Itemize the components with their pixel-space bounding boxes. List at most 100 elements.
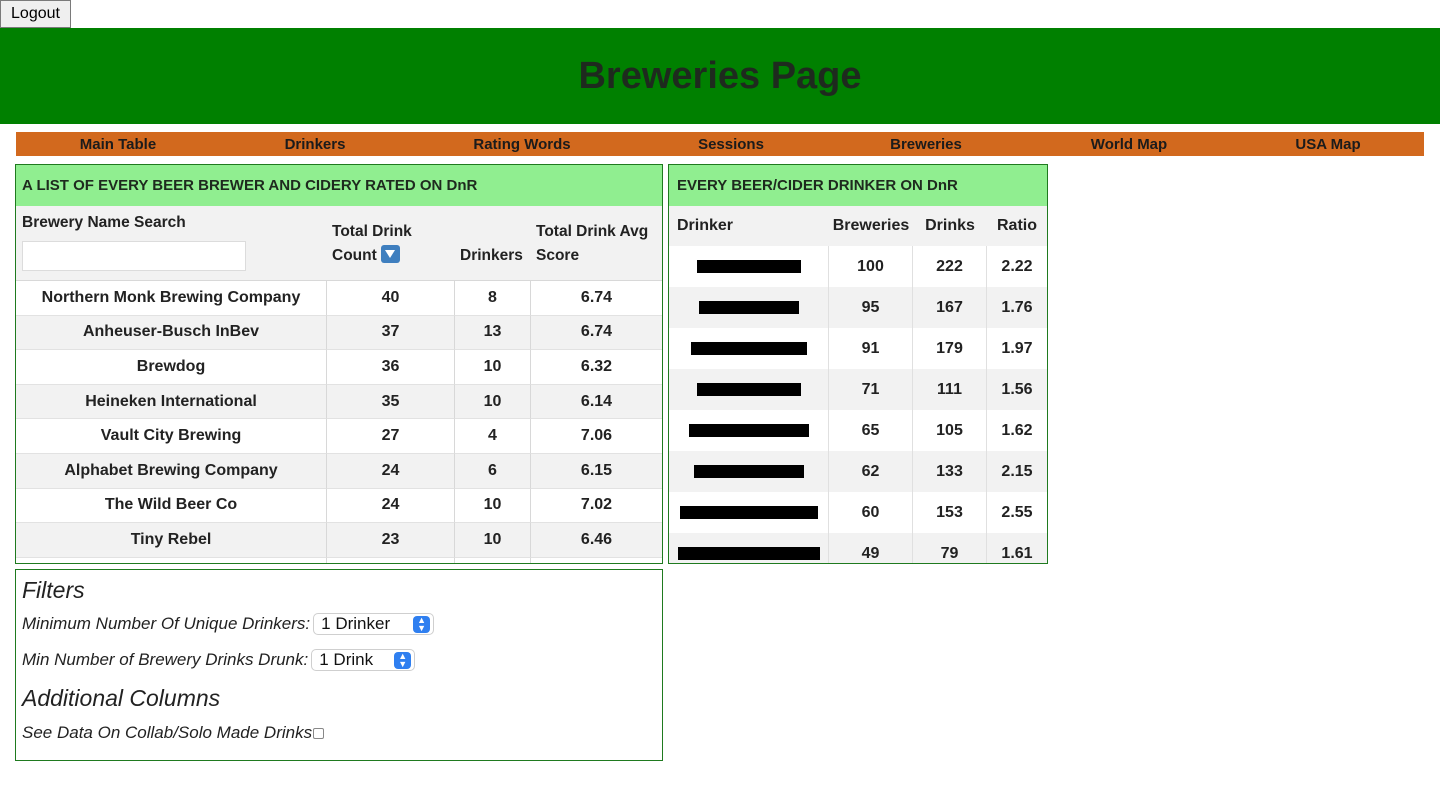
table-row[interactable]: Alphabet Brewing Company 24 6 6.15 [16, 453, 662, 489]
col-header-breweries: Breweries [832, 217, 910, 234]
table-row[interactable]: 71 111 1.56 [669, 369, 1047, 410]
avg-score: 7.02 [531, 489, 662, 524]
table-row[interactable]: Anheuser-Busch InBev 37 13 6.74 [16, 315, 662, 351]
filters-panel: Filters Minimum Number Of Unique Drinker… [15, 569, 663, 761]
drink-count: 153 [913, 492, 987, 533]
brewery-name: Alphabet Brewing Company [16, 453, 327, 489]
col-header-count-line1: Total Drink [332, 223, 412, 240]
drink-count: 35 [327, 384, 455, 420]
table-row[interactable]: Vault City Brewing 27 4 7.06 [16, 419, 662, 454]
page-title: Breweries Page [578, 54, 862, 97]
avg-score: 6.32 [531, 350, 662, 385]
nav-item-main-table[interactable]: Main Table [80, 136, 156, 153]
table-row[interactable]: Tiny Rebel 23 10 6.46 [16, 523, 662, 558]
brewery-search-label: Brewery Name Search [22, 214, 186, 231]
drinker-count: 4 [455, 419, 531, 454]
table-row[interactable]: Heineken International 35 10 6.14 [16, 384, 662, 420]
nav-item-drinkers[interactable]: Drinkers [285, 136, 346, 153]
table-row[interactable]: The Wild Beer Co 24 10 7.02 [16, 488, 662, 524]
drinker-count: 13 [455, 315, 531, 351]
collab-option: See Data On Collab/Solo Made Drinks [22, 723, 325, 743]
brewery-table-header: Brewery Name Search Total Drink Count Dr… [16, 206, 662, 281]
ratio: 1.76 [1001, 298, 1033, 316]
table-row[interactable] [16, 557, 662, 563]
nav-item-rating-words[interactable]: Rating Words [473, 136, 570, 153]
col-header-count-line2: Count [332, 247, 377, 264]
ratio: 1.97 [1001, 339, 1033, 357]
nav-item-world-map[interactable]: World Map [1091, 136, 1167, 153]
drinker-count: 10 [455, 350, 531, 385]
additional-columns-heading: Additional Columns [22, 685, 221, 711]
min-drinkers-filter: Minimum Number Of Unique Drinkers: 1 Dri… [22, 613, 435, 635]
drink-count: 24 [327, 488, 455, 524]
sort-down-icon[interactable] [381, 245, 401, 263]
col-header-avg-score: Total Drink Avg Score [536, 220, 648, 268]
nav-bar: Main Table Drinkers Rating Words Session… [16, 132, 1424, 156]
col-header-drinks: Drinks [925, 217, 975, 234]
table-row[interactable]: 49 79 1.61 [669, 533, 1047, 563]
table-row[interactable]: Northern Monk Brewing Company 40 8 6.74 [16, 281, 662, 316]
filters-heading: Filters [22, 577, 85, 603]
brewery-name: Tiny Rebel [16, 523, 327, 558]
table-row[interactable]: 65 105 1.62 [669, 410, 1047, 451]
chevron-up-down-icon: ▲ ▼ [394, 651, 412, 669]
table-row[interactable]: 62 133 2.15 [669, 451, 1047, 492]
col-header-total-drink-count[interactable]: Total Drink Count [332, 220, 412, 268]
avg-score: 7.06 [531, 419, 662, 454]
ratio: 2.15 [1001, 462, 1033, 480]
min-drinks-select[interactable]: 1 Drink ▲ ▼ [311, 649, 416, 671]
collab-checkbox[interactable] [313, 727, 325, 739]
brewery-count: 71 [829, 369, 913, 410]
brewery-name: The Wild Beer Co [16, 488, 327, 524]
chevron-up-down-icon: ▲ ▼ [413, 615, 431, 633]
brewery-name: Heineken International [16, 384, 327, 420]
brewery-table-panel[interactable]: A LIST OF EVERY BEER BREWER AND CIDERY R… [15, 164, 663, 564]
drinker-name-redacted [669, 410, 829, 451]
ratio: 2.22 [1001, 257, 1033, 275]
drink-count: 36 [327, 350, 455, 385]
page-banner: Breweries Page [0, 28, 1440, 124]
ratio: 1.56 [1001, 380, 1033, 398]
nav-item-breweries[interactable]: Breweries [890, 136, 962, 153]
table-row[interactable]: Brewdog 36 10 6.32 [16, 350, 662, 385]
drinker-name-redacted [669, 492, 829, 533]
drinker-name-redacted [669, 328, 829, 369]
drink-count: 111 [913, 369, 987, 410]
min-drinkers-select[interactable]: 1 Drinker ▲ ▼ [313, 613, 435, 635]
brewery-name: Anheuser-Busch InBev [16, 315, 327, 351]
drink-count: 37 [327, 315, 455, 351]
table-row[interactable]: 91 179 1.97 [669, 328, 1047, 369]
brewery-count: 60 [829, 492, 913, 533]
drink-count: 79 [913, 533, 987, 563]
brewery-table-body: Northern Monk Brewing Company 40 8 6.74 Anh… [16, 281, 662, 563]
brewery-search-input[interactable] [22, 241, 246, 271]
drink-count: 105 [913, 410, 987, 451]
drink-count: 40 [327, 281, 455, 316]
table-row[interactable]: 95 167 1.76 [669, 287, 1047, 328]
avg-score: 6.74 [531, 316, 662, 351]
logout-button[interactable]: Logout [0, 0, 71, 28]
drink-count: 179 [913, 328, 987, 369]
drink-count: 222 [913, 246, 987, 287]
min-drinks-label: Min Number of Brewery Drinks Drunk: [22, 650, 309, 669]
drink-count: 24 [327, 453, 455, 489]
drinker-name-redacted [669, 246, 829, 287]
avg-score [531, 558, 662, 563]
drinker-table-panel[interactable]: EVERY BEER/CIDER DRINKER ON DnR Drinker … [668, 164, 1048, 564]
col-header-avg-line2: Score [536, 247, 580, 264]
table-row[interactable]: 100 222 2.22 [669, 246, 1047, 287]
nav-item-usa-map[interactable]: USA Map [1295, 136, 1360, 153]
brewery-table-title: A LIST OF EVERY BEER BREWER AND CIDERY R… [16, 165, 662, 206]
brewery-count: 91 [829, 328, 913, 369]
col-header-drinkers: Drinkers [460, 247, 523, 264]
nav-item-sessions[interactable]: Sessions [698, 136, 764, 153]
brewery-name: Northern Monk Brewing Company [16, 281, 327, 316]
drinker-count: 10 [455, 488, 531, 524]
brewery-count: 95 [829, 287, 913, 328]
avg-score: 6.46 [531, 523, 662, 558]
drink-count: 133 [913, 451, 987, 492]
drinker-name-redacted [669, 369, 829, 410]
table-row[interactable]: 60 153 2.55 [669, 492, 1047, 533]
drinker-name-redacted [669, 287, 829, 328]
drinker-count: 6 [455, 453, 531, 489]
